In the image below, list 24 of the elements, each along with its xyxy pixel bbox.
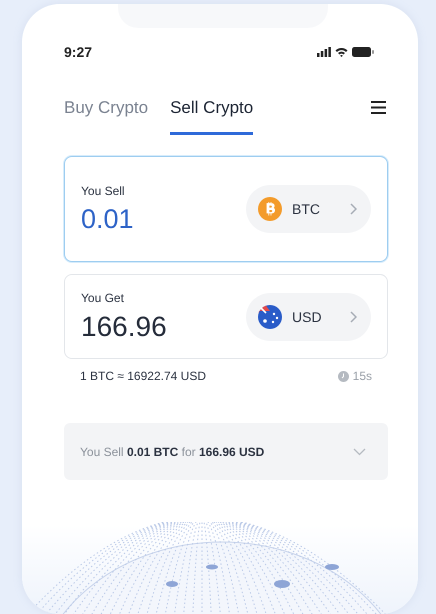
currency-selector[interactable]: BTC <box>246 185 371 233</box>
signal-icon <box>317 47 331 57</box>
menu-icon[interactable] <box>371 101 386 114</box>
battery-icon <box>352 47 374 57</box>
refresh-timer: 15s <box>352 369 372 383</box>
amount-value: 0.01 <box>81 204 135 234</box>
flag-icon <box>258 304 282 328</box>
amount-label: You Sell <box>81 184 126 198</box>
amount-card[interactable]: You Sell 0.01 BTC <box>64 156 388 262</box>
chevron-right-icon <box>350 203 357 215</box>
currency-selector[interactable]: USD <box>246 292 371 340</box>
summary-text: You Sell 0.01 BTC for 166.96 USD <box>80 444 266 458</box>
amount-card[interactable]: You Get 166.96 USD <box>64 274 388 359</box>
clock-icon <box>338 370 349 382</box>
order-summary[interactable]: You Sell 0.01 BTC for 166.96 USD <box>64 423 388 480</box>
status-time: 9:27 <box>64 44 92 60</box>
chevron-right-icon <box>350 310 357 322</box>
bitcoin-icon <box>258 197 282 221</box>
exchange-rate: 1 BTC ≈ 16922.74 USD <box>80 369 206 383</box>
tab[interactable]: Buy Crypto <box>64 98 148 135</box>
amount-value: 166.96 <box>81 310 168 342</box>
wifi-icon <box>335 47 348 57</box>
tab[interactable]: Sell Crypto <box>170 98 254 135</box>
amount-label: You Get <box>81 290 125 304</box>
